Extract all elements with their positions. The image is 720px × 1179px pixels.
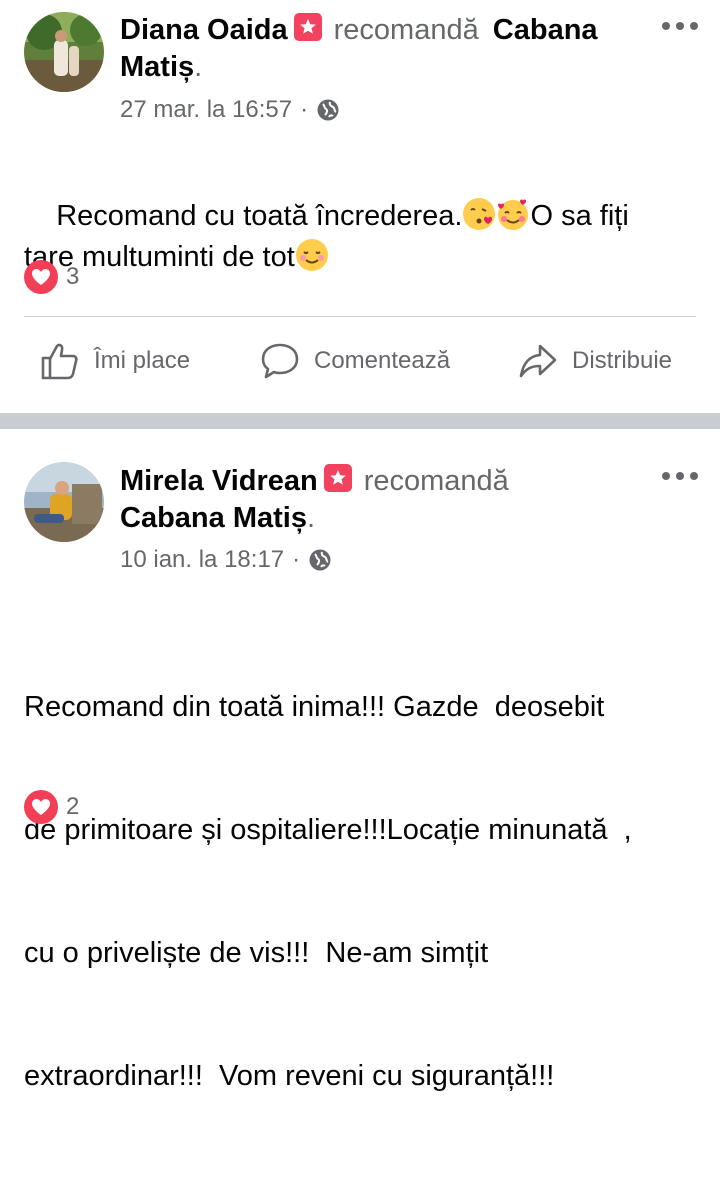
globe-icon [317,99,339,121]
share-label: Distribuie [572,347,673,374]
love-reaction-icon [24,260,58,294]
post-text: Recomand cu toată încrederea. O sa fiți ta… [24,155,696,319]
separator: · [300,96,309,123]
share-button[interactable]: Distribuie [518,341,672,381]
love-reaction-icon [24,790,58,824]
timestamp[interactable]: 27 mar. la 16:57 [120,96,292,124]
smiling-blush-emoji [295,239,328,271]
page-link-line2[interactable]: Matiș [120,51,194,83]
post-text-line: Recomand din toată inima!!! Gazde deoseb… [24,691,605,723]
post-text-continuation: O sa fiți [530,200,629,232]
like-label: Îmi place [94,347,191,374]
author-name[interactable]: Mirela Vidrean [120,465,318,497]
action-bar: Îmi place Comentează Distribuie [0,331,720,391]
divider [24,316,696,317]
author-name[interactable]: Diana Oaida [120,14,288,46]
page-link[interactable]: Cabana Matiș [120,502,307,534]
separator: · [292,546,301,573]
author-avatar[interactable] [24,462,104,542]
recommends-label: recomandă [333,14,479,46]
recommend-badge-icon [323,464,352,492]
reactions-summary[interactable]: 2 [24,790,79,824]
kissing-heart-emoji [463,198,496,230]
post-header: Diana Oaida recomandă Cabana Matiș. [120,12,650,86]
smiling-hearts-emoji [498,199,529,230]
post-text: Recomand din toată inima!!! Gazde deoseb… [24,605,696,1179]
post-separator [0,413,720,429]
more-options-icon[interactable] [662,466,698,486]
reaction-count: 2 [66,793,80,820]
reactions-summary[interactable]: 3 [24,260,79,294]
comment-icon [261,343,299,379]
post-header: Mirela Vidrean recomandă Cabana Matiș. [120,463,650,537]
post-text-line: cu o priveliște de vis!!! Ne-am simțit [24,937,489,969]
post-text-line1: Recomand cu toată încrederea. [56,200,463,232]
post-1: Diana Oaida recomandă Cabana Matiș. 27 ma… [0,0,720,413]
post-meta: 10 ian. la 18:17 · [120,546,332,574]
globe-icon [309,549,331,571]
post-2: Mirela Vidrean recomandă Cabana Matiș. 10… [0,429,720,1092]
period: . [306,502,316,534]
timestamp[interactable]: 10 ian. la 18:17 [120,546,284,574]
more-options-icon[interactable] [662,16,698,36]
comment-label: Comentează [314,347,451,374]
period: . [194,51,203,83]
reaction-count: 3 [66,263,80,290]
post-text-line: extraordinar!!! Vom reveni cu siguranță!… [24,1060,555,1092]
share-icon [519,344,557,378]
page-link[interactable]: Cabana [493,14,598,46]
comment-button[interactable]: Comentează [260,341,450,381]
post-text-line: de primitoare și ospitaliere!!!Locație m… [24,814,632,846]
like-button[interactable]: Îmi place [40,341,190,381]
post-meta: 27 mar. la 16:57 · [120,96,340,124]
recommends-label: recomandă [363,465,509,497]
author-avatar[interactable] [24,12,104,92]
recommend-badge-icon [293,13,322,41]
thumbs-up-icon [41,343,78,380]
